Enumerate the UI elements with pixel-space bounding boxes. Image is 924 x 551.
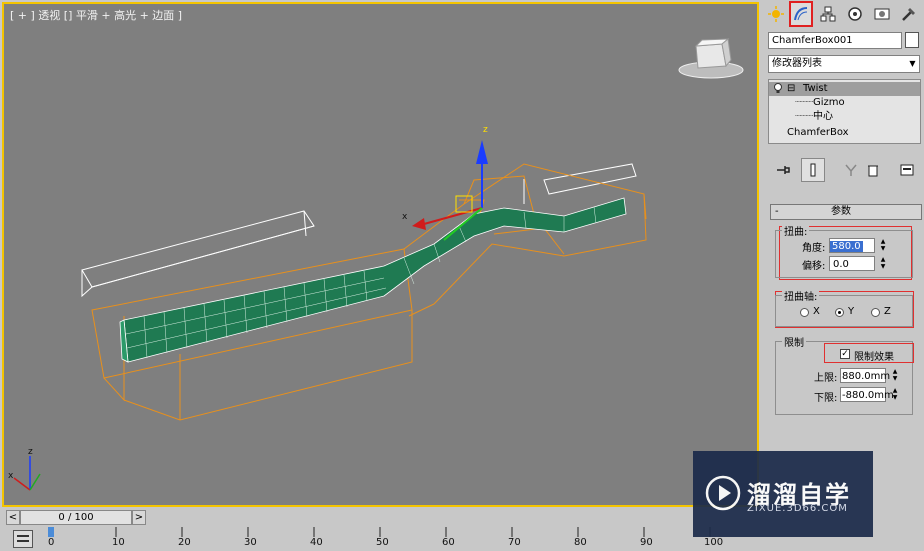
lightbulb-icon[interactable] [773,82,783,100]
track-bar-icon[interactable] [13,530,33,548]
chevron-down-icon: ▼ [909,59,916,68]
play-logo-icon [705,475,741,511]
configure-modifier-sets-icon[interactable] [896,159,918,181]
remove-modifier-icon[interactable] [862,159,884,181]
bias-spinner[interactable]: ▲ ▼ [878,256,888,271]
collapse-icon[interactable]: ⊟ [787,82,795,96]
modifier-list-dropdown[interactable]: 修改器列表 ▼ [768,55,920,73]
lower-limit-label: 下限: [814,393,838,404]
upper-limit-label: 上限: [814,373,838,384]
twist-group-title: 扭曲: [782,223,810,238]
axis-y-radio[interactable] [835,308,844,317]
svg-text:z: z [28,447,33,457]
lower-limit-input[interactable]: -880.0mm [840,387,894,402]
utilities-tab-icon[interactable] [899,3,919,25]
limits-group-title: 限制 [782,334,806,349]
stack-item-twist[interactable]: ⊟ Twist [769,82,920,96]
ruler-tick: 90 [640,537,653,548]
twisted-chamferbox-mesh [119,197,627,363]
stack-item-gizmo-label: Gizmo [813,97,845,108]
parameters-rollout-header[interactable]: - 参数 [770,204,922,220]
make-unique-icon[interactable] [840,159,862,181]
object-color-swatch[interactable] [905,32,919,48]
ruler-tick: 10 [112,537,125,548]
world-axis-tripod: z x [8,447,41,491]
axis-group-title: 扭曲轴: [782,288,820,303]
limit-effect-checkbox[interactable]: ✓ [840,349,850,359]
axis-x-label: X [813,306,820,317]
pin-stack-icon[interactable] [772,159,794,181]
watermark-badge: 溜溜自学 ZIXUE.3D66.COM [693,451,873,537]
time-next-button[interactable]: > [132,510,146,525]
modifier-list-label: 修改器列表 [772,58,822,69]
ruler-tick: 0 [48,537,55,548]
axis-z-radio[interactable] [871,308,880,317]
stack-item-center-label: 中心 [813,111,833,122]
ruler-tick: 40 [310,537,323,548]
svg-text:x: x [402,212,408,222]
bias-input[interactable]: 0.0 [829,256,875,271]
create-tab-icon[interactable] [766,3,786,25]
upper-limit-spinner[interactable]: ▲ ▼ [890,368,900,383]
stack-item-twist-label: Twist [803,83,828,94]
angle-label: 角度: [802,243,826,254]
ruler-tick: 20 [178,537,191,548]
angle-input[interactable]: 580.0 [829,238,875,253]
axis-y-label: Y [848,306,855,317]
limit-effect-label: 限制效果 [854,352,894,363]
time-prev-button[interactable]: < [6,510,20,525]
perspective-viewport[interactable]: [ + ] 透视 [] 平滑 + 高光 + 边面 ] z x z x [2,2,759,507]
ruler-tick: 100 [704,537,724,548]
show-end-result-icon[interactable] [801,158,825,182]
time-slider-bar: < 0 / 100 > [2,509,759,525]
display-tab-icon[interactable] [872,3,892,25]
rollout-title: 参数 [831,206,851,217]
stack-item-chamferbox[interactable]: ChamferBox [787,126,849,140]
ruler-tick: 50 [376,537,389,548]
tree-branch-icon: ┈┈┈ [795,111,814,122]
upper-limit-input[interactable]: 880.0mm [840,368,890,383]
svg-text:z: z [483,125,488,135]
object-name-input[interactable]: ChamferBox001 [768,32,902,49]
axis-group: 扭曲轴: [775,288,913,327]
command-panel: ChamferBox001 修改器列表 ▼ ⊟ Twist ┈┈┈ Gizmo … [762,0,924,527]
tree-branch-icon: ┈┈┈ [795,97,814,108]
scene-canvas[interactable]: z x z x [4,4,757,505]
angle-value: 580.0 [830,241,863,252]
hierarchy-tab-icon[interactable] [818,3,838,25]
viewcube-icon[interactable] [676,38,746,82]
ruler-tick: 80 [574,537,587,548]
lower-limit-spinner[interactable]: ▲ ▼ [890,387,900,402]
command-panel-tabs [764,1,922,27]
ruler-tick: 60 [442,537,455,548]
angle-spinner[interactable]: ▲ ▼ [878,238,888,253]
modify-tab-icon[interactable] [789,1,813,27]
watermark-url: ZIXUE.3D66.COM [747,503,848,514]
axis-x-radio[interactable] [800,308,809,317]
stack-tools-row [768,157,922,183]
svg-text:x: x [8,471,14,481]
axis-z-label: Z [884,306,891,317]
motion-tab-icon[interactable] [845,3,865,25]
ruler-tick: 70 [508,537,521,548]
ruler-tick: 30 [244,537,257,548]
time-slider[interactable]: 0 / 100 [20,510,132,525]
bias-label: 偏移: [802,261,826,272]
modifier-stack[interactable]: ⊟ Twist ┈┈┈ Gizmo ┈┈┈ 中心 ChamferBox [768,79,921,144]
rollout-collapse-icon: - [775,206,779,217]
